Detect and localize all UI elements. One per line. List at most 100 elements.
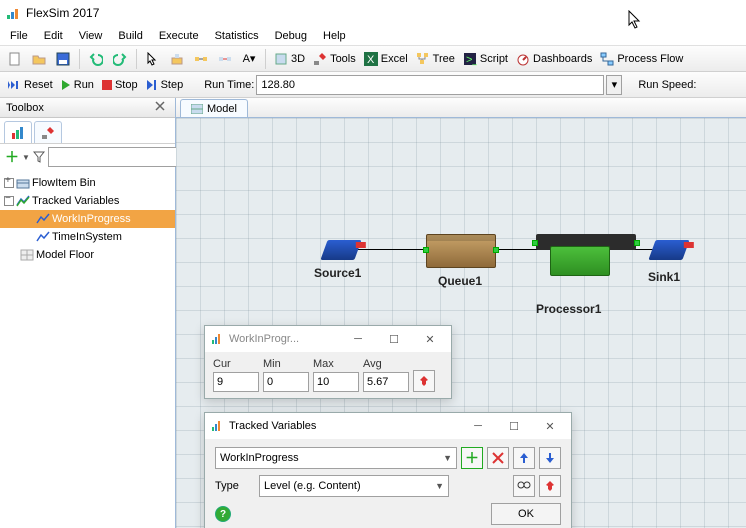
script-button[interactable]: >_Script <box>460 48 511 70</box>
floor-icon <box>20 248 34 262</box>
menu-statistics[interactable]: Statistics <box>207 28 267 44</box>
open-button[interactable] <box>28 48 50 70</box>
maximize-button[interactable]: ☐ <box>379 329 409 349</box>
menu-debug[interactable]: Debug <box>267 28 315 44</box>
run-toolbar: Reset Run Stop Step Run Time: ▾ Run Spee… <box>0 72 746 98</box>
delete-variable-button[interactable] <box>487 447 509 469</box>
max-value[interactable] <box>313 372 359 392</box>
wip-panel[interactable]: WorkInProgr... ─ ☐ ✕ Cur Min Max Avg <box>204 325 452 399</box>
toolbox-tab-tools[interactable] <box>34 121 62 143</box>
cur-value[interactable] <box>213 372 259 392</box>
source-object[interactable] <box>320 240 361 260</box>
app-title: FlexSim 2017 <box>26 6 99 20</box>
model-view: Model Source1 Queue1 Processor1 Si <box>176 98 746 528</box>
tracked-icon <box>16 194 30 208</box>
connect-tool-a[interactable] <box>190 48 212 70</box>
max-label: Max <box>313 358 359 370</box>
toolbox-add-button[interactable]: ＋ <box>4 146 20 168</box>
move-down-button[interactable] <box>539 447 561 469</box>
variable-select[interactable]: WorkInProgress▼ <box>215 447 457 469</box>
tracked-variables-panel[interactable]: Tracked Variables ─ ☐ ✕ WorkInProgress▼ … <box>204 412 572 528</box>
port-tool-a[interactable]: A▾ <box>238 48 260 70</box>
tree-item-modelfloor[interactable]: Model Floor <box>0 246 175 264</box>
min-label: Min <box>263 358 309 370</box>
tracked-icon <box>36 212 50 226</box>
min-value[interactable] <box>263 372 309 392</box>
run-time-input[interactable] <box>256 75 604 95</box>
avg-label: Avg <box>363 358 409 370</box>
menu-execute[interactable]: Execute <box>151 28 207 44</box>
help-button[interactable]: ? <box>215 506 231 522</box>
pointer-tool[interactable] <box>142 48 164 70</box>
stop-button[interactable]: Stop <box>99 74 141 96</box>
run-speed-label: Run Speed: <box>638 79 696 91</box>
processor-object[interactable] <box>526 230 636 278</box>
bin-icon <box>16 176 30 190</box>
close-button[interactable]: ✕ <box>415 329 445 349</box>
pin-button[interactable] <box>413 370 435 392</box>
menu-view[interactable]: View <box>71 28 111 44</box>
dashboards-button[interactable]: Dashboards <box>513 48 595 70</box>
menu-file[interactable]: File <box>2 28 36 44</box>
ok-button[interactable]: OK <box>491 503 561 525</box>
app-logo-icon <box>6 6 20 20</box>
type-label: Type <box>215 480 255 492</box>
view-3d-button[interactable]: 3D <box>271 48 308 70</box>
model-canvas[interactable]: Source1 Queue1 Processor1 Sink1 WorkInPr… <box>176 118 746 528</box>
add-variable-button[interactable]: ＋ <box>461 447 483 469</box>
tracked-icon <box>36 230 50 244</box>
move-up-button[interactable] <box>513 447 535 469</box>
tree-button[interactable]: Tree <box>413 48 458 70</box>
title-bar: FlexSim 2017 <box>0 0 746 26</box>
menu-help[interactable]: Help <box>315 28 354 44</box>
close-button[interactable]: ✕ <box>535 416 565 436</box>
toolbox-filter-icon[interactable] <box>32 146 46 168</box>
run-time-dropdown[interactable]: ▾ <box>606 75 622 95</box>
tree-item-tis[interactable]: TimeInSystem <box>0 228 175 246</box>
new-button[interactable] <box>4 48 26 70</box>
expand-icon[interactable] <box>4 178 14 188</box>
minimize-button[interactable]: ─ <box>343 329 373 349</box>
create-tool[interactable] <box>166 48 188 70</box>
cur-label: Cur <box>213 358 259 370</box>
save-button[interactable] <box>52 48 74 70</box>
toolbox-tree: FlowItem Bin Tracked Variables WorkInPro… <box>0 170 175 268</box>
collapse-icon[interactable] <box>4 196 14 206</box>
menu-edit[interactable]: Edit <box>36 28 71 44</box>
model-tab[interactable]: Model <box>180 99 248 117</box>
sink-label: Sink1 <box>648 270 680 284</box>
main-toolbar: A▾ 3D Tools XExcel Tree >_Script Dashboa… <box>0 46 746 72</box>
run-button[interactable]: Run <box>58 74 97 96</box>
tree-item-flowitembin[interactable]: FlowItem Bin <box>0 174 175 192</box>
tools-button[interactable]: Tools <box>310 48 359 70</box>
queue-object[interactable] <box>426 234 496 268</box>
toolbox-tab-library[interactable] <box>4 121 32 143</box>
menu-bar: File Edit View Build Execute Statistics … <box>0 26 746 46</box>
reset-button[interactable]: Reset <box>4 74 56 96</box>
toolbox-close-button[interactable] <box>155 101 169 115</box>
tv-panel-title: Tracked Variables <box>229 420 457 432</box>
tree-item-wip[interactable]: WorkInProgress <box>0 210 175 228</box>
menu-build[interactable]: Build <box>110 28 150 44</box>
maximize-button[interactable]: ☐ <box>499 416 529 436</box>
step-button[interactable]: Step <box>143 74 187 96</box>
minimize-button[interactable]: ─ <box>463 416 493 436</box>
svg-text:X: X <box>367 54 375 66</box>
source-label: Source1 <box>314 266 361 280</box>
process-flow-button[interactable]: Process Flow <box>597 48 686 70</box>
run-time-label: Run Time: <box>204 79 254 91</box>
type-select[interactable]: Level (e.g. Content)▼ <box>259 475 449 497</box>
redo-button[interactable] <box>109 48 131 70</box>
excel-button[interactable]: XExcel <box>361 48 411 70</box>
undo-button[interactable] <box>85 48 107 70</box>
panel-icon <box>211 333 223 345</box>
sink-object[interactable] <box>648 240 689 260</box>
find-button[interactable] <box>513 475 535 497</box>
pin-button[interactable] <box>539 475 561 497</box>
avg-value[interactable] <box>363 372 409 392</box>
tree-item-trackedvars[interactable]: Tracked Variables <box>0 192 175 210</box>
processor-label: Processor1 <box>536 302 601 316</box>
toolbox-panel: Toolbox ＋ ▼ ? FlowItem Bin Tracked Varia… <box>0 98 176 528</box>
toolbox-title: Toolbox <box>6 102 44 114</box>
connect-tool-b[interactable] <box>214 48 236 70</box>
